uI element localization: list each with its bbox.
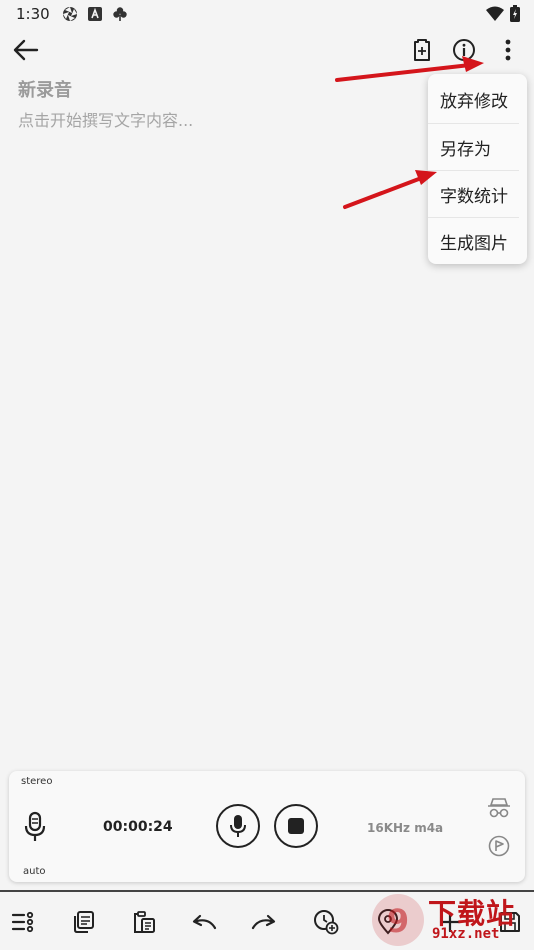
aperture-icon	[62, 6, 78, 22]
status-bar: 1:30	[0, 0, 534, 28]
back-button[interactable]	[10, 34, 42, 66]
copy-icon	[74, 911, 94, 933]
microphone-icon	[230, 815, 246, 837]
add-time-icon	[314, 910, 339, 935]
record-button[interactable]	[216, 804, 260, 848]
location-button[interactable]	[374, 908, 402, 936]
add-time-button[interactable]	[312, 908, 340, 936]
add-icon	[439, 911, 461, 933]
paste-button[interactable]	[130, 908, 158, 936]
redo-icon	[251, 914, 276, 930]
microphone-icon	[24, 811, 46, 841]
incognito-icon	[488, 798, 510, 818]
stop-icon	[288, 818, 304, 834]
a-badge-icon	[87, 6, 103, 22]
list-menu-icon	[11, 911, 34, 933]
microphone-source-button[interactable]	[23, 811, 47, 847]
save-icon	[500, 912, 520, 932]
recording-timer: 00:00:24	[103, 819, 173, 835]
incognito-button[interactable]	[487, 797, 511, 823]
add-button[interactable]	[436, 908, 464, 936]
more-vert-icon	[505, 39, 511, 61]
add-file-icon	[414, 39, 430, 61]
undo-icon	[192, 914, 217, 930]
location-icon	[377, 909, 399, 935]
recorder-panel: stereo 00:00:24 16KHz m4a auto	[9, 771, 525, 882]
clover-icon	[112, 6, 128, 22]
add-file-button[interactable]	[406, 34, 438, 66]
more-options-button[interactable]	[492, 34, 524, 66]
audio-format-label[interactable]: 16KHz m4a	[367, 821, 443, 835]
status-right-icons	[486, 5, 520, 26]
channel-label[interactable]: stereo	[21, 776, 52, 787]
annotation-arrow-save-as	[343, 170, 437, 209]
arrow-left-icon	[13, 39, 39, 61]
status-time: 1:30	[16, 5, 50, 23]
flag-circle-icon	[488, 835, 510, 857]
battery-icon	[510, 5, 520, 26]
note-title[interactable]: 新录音	[18, 76, 72, 102]
list-menu-button[interactable]	[9, 908, 37, 936]
wifi-icon	[486, 6, 504, 26]
menu-item-word-count[interactable]: 字数统计	[428, 170, 519, 217]
overflow-menu: 放弃修改 另存为 字数统计 生成图片	[428, 74, 527, 264]
mode-label[interactable]: auto	[23, 866, 46, 877]
save-button[interactable]	[496, 908, 524, 936]
note-body-input[interactable]: 点击开始撰写文字内容...	[18, 107, 193, 131]
flag-button[interactable]	[488, 835, 510, 861]
info-icon	[453, 39, 475, 61]
undo-button[interactable]	[190, 908, 218, 936]
bottom-toolbar	[0, 890, 534, 950]
copy-button[interactable]	[69, 908, 97, 936]
menu-item-generate-image[interactable]: 生成图片	[428, 217, 519, 264]
menu-item-discard-changes[interactable]: 放弃修改	[428, 76, 527, 123]
stop-button[interactable]	[274, 804, 318, 848]
top-toolbar	[0, 30, 534, 70]
redo-button[interactable]	[250, 908, 278, 936]
paste-icon	[134, 911, 155, 933]
menu-item-save-as[interactable]: 另存为	[428, 123, 519, 170]
info-button[interactable]	[448, 34, 480, 66]
